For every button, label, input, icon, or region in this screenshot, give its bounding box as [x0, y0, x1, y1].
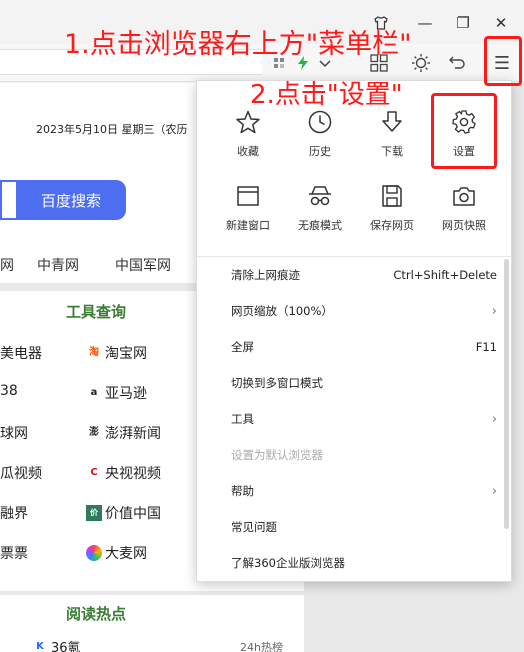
nav-link[interactable]: 中青网 — [37, 255, 79, 275]
reading-panel: 阅读热点 K 36氪 24h热榜 — [0, 595, 304, 652]
tool-link[interactable]: 票票 — [0, 543, 28, 563]
tools-title: 工具查询 — [66, 303, 127, 321]
baidu-search-button[interactable]: 百度搜索 — [16, 180, 126, 220]
help-item[interactable]: 帮助 › — [197, 473, 511, 509]
tools-item[interactable]: 工具 › — [197, 401, 511, 437]
reading-title: 阅读热点 — [66, 605, 127, 623]
tool-link[interactable]: 美电器 — [0, 343, 42, 363]
window-icon — [237, 186, 259, 206]
new-window-tile[interactable]: 新建窗口 — [212, 183, 284, 247]
cctv-video-link[interactable]: C 央视视频 — [86, 463, 161, 483]
thepaper-link[interactable]: 澎澎湃新闻 — [86, 423, 161, 443]
chinavalue-logo-icon: 价 — [86, 505, 102, 521]
incognito-tile[interactable]: 无痕模式 — [284, 183, 356, 247]
chinavalue-link[interactable]: 价价值中国 — [86, 503, 161, 523]
tool-link[interactable]: 融界 — [0, 503, 28, 523]
clock-icon — [308, 110, 332, 134]
save-page-tile[interactable]: 保存网页 — [356, 183, 428, 247]
nav-link[interactable]: 中国军网 — [115, 255, 171, 275]
taobao-logo-icon: 淘 — [89, 347, 99, 358]
restore-button[interactable]: ❐ — [450, 10, 476, 36]
download-tile[interactable]: 下载 — [356, 109, 428, 173]
nav-link[interactable]: 网 — [0, 255, 14, 275]
amazon-link[interactable]: a 亚马逊 — [86, 383, 147, 403]
multi-window-item[interactable]: 切换到多窗口模式 — [197, 365, 511, 401]
minimize-button[interactable]: — — [412, 10, 438, 36]
damai-logo-icon — [86, 545, 102, 561]
search-input[interactable] — [0, 180, 16, 220]
settings-highlight-box — [431, 93, 497, 169]
brightness-icon[interactable] — [410, 52, 432, 74]
menu-highlight-box — [484, 36, 522, 86]
favorites-tile[interactable]: 收藏 — [212, 109, 284, 173]
chevron-right-icon: › — [491, 303, 497, 319]
enterprise-item[interactable]: 了解360企业版浏览器 — [197, 545, 511, 581]
save-icon — [382, 185, 402, 207]
faq-item[interactable]: 常见问题 — [197, 509, 511, 545]
menu-scrollbar[interactable] — [504, 259, 509, 529]
amazon-logo-icon: a — [90, 387, 98, 398]
tool-link[interactable]: 瓜视频 — [0, 463, 42, 483]
step2-annotation: 2.点击"设置" — [250, 80, 403, 110]
close-button[interactable]: ✕ — [488, 10, 514, 36]
undo-icon[interactable] — [445, 52, 467, 74]
clear-history-item[interactable]: 清除上网痕迹 Ctrl+Shift+Delete — [197, 257, 511, 293]
shortcut-text: F11 — [475, 340, 497, 354]
incognito-icon — [309, 186, 331, 206]
thepaper-logo-icon: 澎 — [89, 427, 99, 438]
reading-item[interactable]: K 36氪 — [32, 637, 80, 652]
chevron-right-icon: › — [491, 483, 497, 499]
damai-link[interactable]: 大麦网 — [86, 543, 147, 563]
reading-meta: 24h热榜 — [240, 641, 283, 652]
shortcut-text: Ctrl+Shift+Delete — [393, 268, 497, 282]
fullscreen-item[interactable]: 全屏 F11 — [197, 329, 511, 365]
snapshot-tile[interactable]: 网页快照 — [428, 183, 500, 247]
zoom-item[interactable]: 网页缩放（100%） › — [197, 293, 511, 329]
star-icon — [236, 110, 260, 134]
step1-annotation: 1.点击浏览器右上方"菜单栏" — [64, 29, 412, 60]
cctv-logo-icon: C — [90, 467, 98, 478]
camera-icon — [453, 187, 475, 206]
date-text: 2023年5月10日 星期三（农历 — [36, 123, 188, 136]
36kr-logo-icon: K — [36, 640, 44, 652]
chevron-right-icon: › — [491, 411, 497, 427]
history-tile[interactable]: 历史 — [284, 109, 356, 173]
tool-link[interactable]: 球网 — [0, 423, 28, 443]
download-icon — [382, 111, 402, 132]
default-browser-item: 设置为默认浏览器 — [231, 448, 323, 462]
taobao-link[interactable]: 淘淘宝网 — [86, 343, 147, 363]
tool-link[interactable]: 38 — [0, 383, 18, 399]
